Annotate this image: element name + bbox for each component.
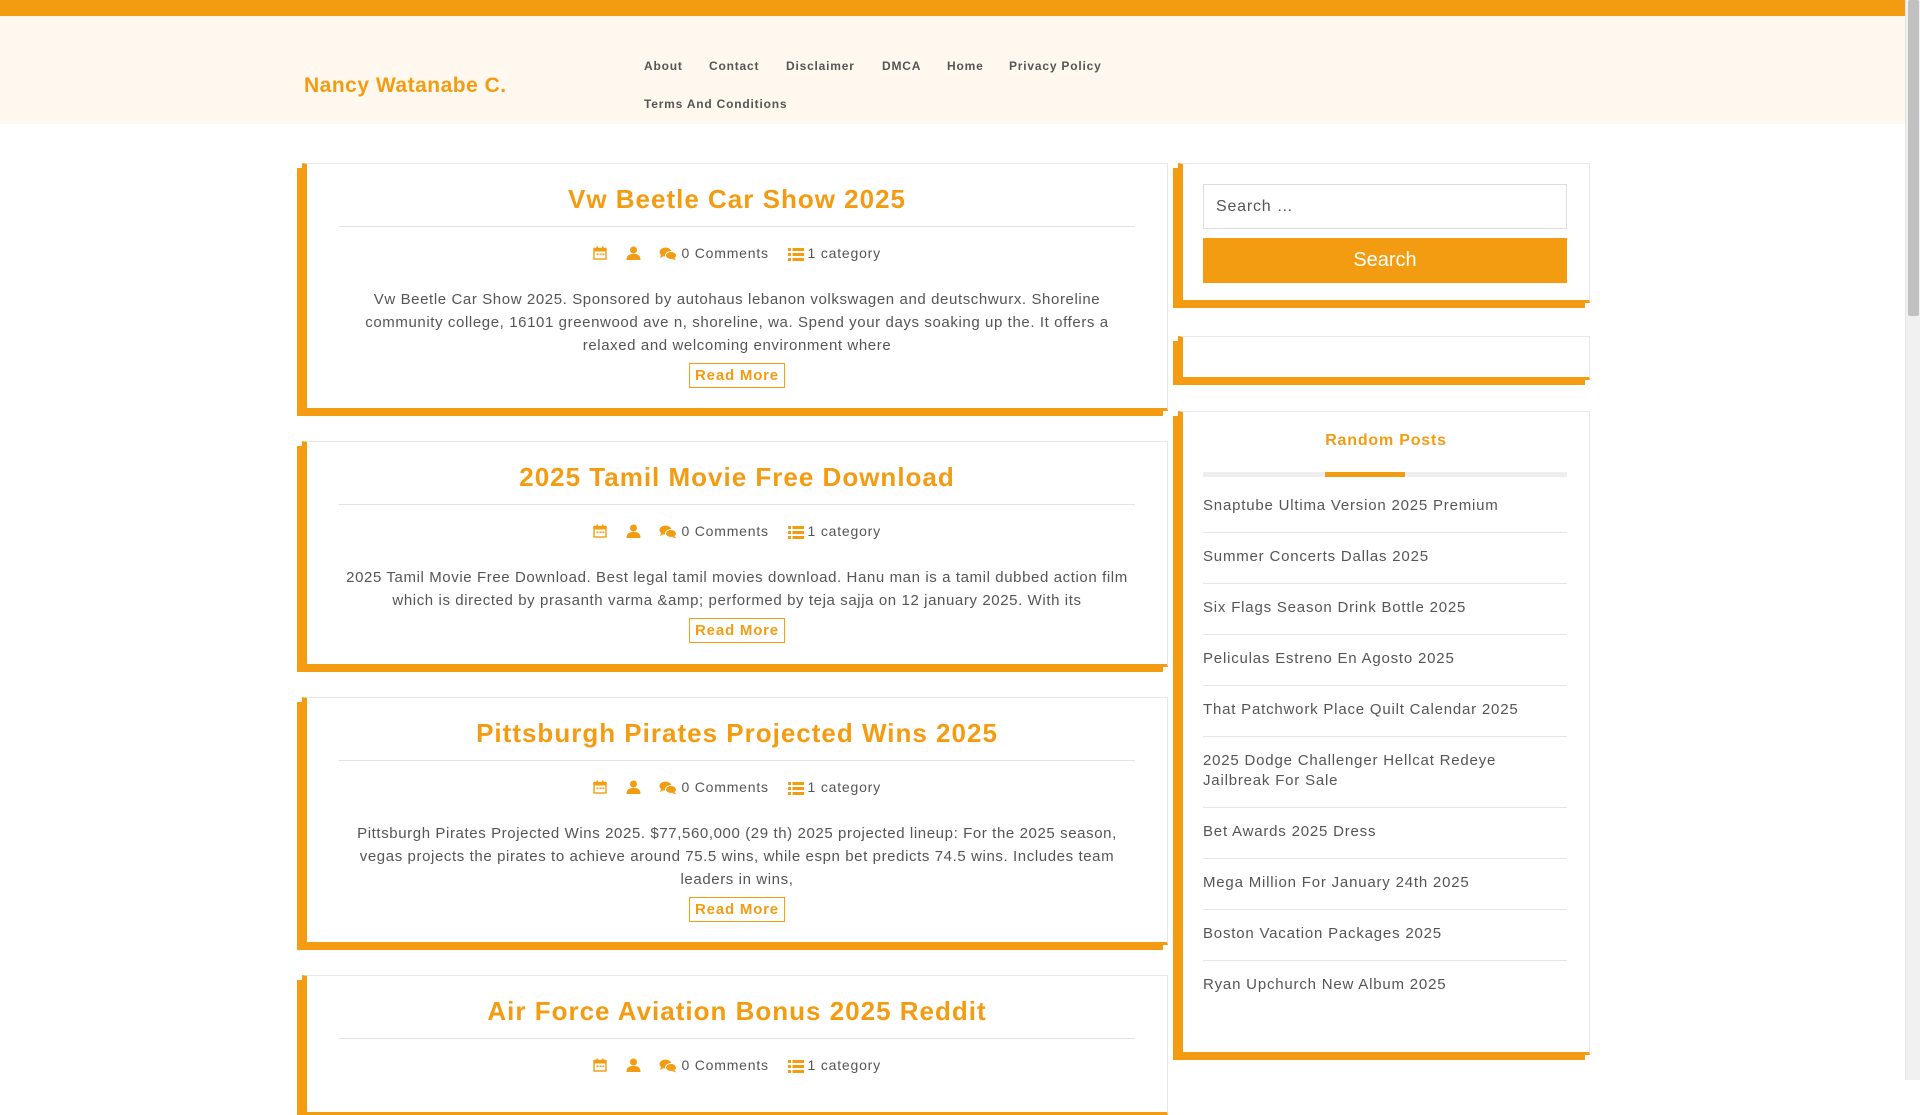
post-title[interactable]: 2025 Tamil Movie Free Download	[307, 462, 1167, 493]
post-card: Pittsburgh Pirates Projected Wins 2025 0…	[302, 697, 1168, 945]
widget-title: Random Posts	[1325, 432, 1447, 449]
comments-link[interactable]: 0 Comments	[659, 245, 768, 261]
calendar-icon[interactable]	[593, 1058, 607, 1072]
calendar-icon[interactable]	[593, 246, 607, 260]
search-widget: Search	[1178, 163, 1590, 303]
list-icon	[787, 782, 804, 796]
random-post-link[interactable]: Boston Vacation Packages 2025	[1203, 924, 1567, 961]
calendar-icon[interactable]	[593, 524, 607, 538]
post-card: Vw Beetle Car Show 2025 0 Comments 1 cat…	[302, 163, 1168, 411]
random-post-link[interactable]: 2025 Dodge Challenger Hellcat Redeye Jai…	[1203, 751, 1567, 808]
divider	[339, 760, 1135, 761]
site-title[interactable]: Nancy Watanabe C.	[304, 74, 507, 98]
post-meta: 0 Comments 1 category	[307, 1056, 1167, 1073]
category-link[interactable]: 1 category	[787, 245, 881, 262]
nav-item-disclaimer[interactable]: Disclaimer	[786, 59, 855, 73]
search-input[interactable]	[1203, 184, 1567, 229]
category-link[interactable]: 1 category	[787, 779, 881, 796]
nav-item-dmca[interactable]: DMCA	[882, 59, 921, 73]
comments-link[interactable]: 0 Comments	[659, 779, 768, 795]
post-title[interactable]: Vw Beetle Car Show 2025	[307, 184, 1167, 215]
divider	[339, 226, 1135, 227]
post-excerpt: Vw Beetle Car Show 2025. Sponsored by au…	[365, 291, 1109, 354]
widget-title-underline-accent	[1325, 472, 1405, 477]
search-button[interactable]: Search	[1203, 238, 1567, 283]
site-header: Nancy Watanabe C. About Contact Disclaim…	[0, 16, 1905, 124]
random-post-link[interactable]: Ryan Upchurch New Album 2025	[1203, 975, 1567, 1012]
comments-icon	[659, 1059, 678, 1073]
user-icon[interactable]	[626, 1058, 641, 1073]
comments-count: 0 Comments	[681, 523, 769, 540]
post-title[interactable]: Pittsburgh Pirates Projected Wins 2025	[307, 718, 1167, 749]
comments-count: 0 Comments	[681, 1057, 769, 1074]
category-link[interactable]: 1 category	[787, 523, 881, 540]
category-link[interactable]: 1 category	[787, 1057, 881, 1074]
nav-item-contact[interactable]: Contact	[709, 59, 759, 73]
user-icon[interactable]	[626, 780, 641, 795]
random-post-link[interactable]: Summer Concerts Dallas 2025	[1203, 547, 1567, 584]
post-meta: 0 Comments 1 category	[307, 244, 1167, 261]
top-accent-bar	[0, 0, 1905, 16]
list-icon	[787, 248, 804, 262]
page-scrollbar[interactable]	[1905, 0, 1920, 1080]
comments-icon	[659, 247, 678, 261]
comments-count: 0 Comments	[681, 779, 769, 796]
comments-count: 0 Comments	[681, 245, 769, 262]
divider	[339, 504, 1135, 505]
random-post-link[interactable]: Six Flags Season Drink Bottle 2025	[1203, 598, 1567, 635]
post-meta: 0 Comments 1 category	[307, 778, 1167, 795]
read-more-button[interactable]: Read More	[689, 897, 785, 922]
comments-icon	[659, 525, 678, 539]
random-post-link[interactable]: That Patchwork Place Quilt Calendar 2025	[1203, 700, 1567, 737]
comments-link[interactable]: 0 Comments	[659, 1057, 768, 1073]
comments-link[interactable]: 0 Comments	[659, 523, 768, 539]
random-post-link[interactable]: Peliculas Estreno En Agosto 2025	[1203, 649, 1567, 686]
read-more-button[interactable]: Read More	[689, 618, 785, 643]
nav-item-about[interactable]: About	[644, 59, 683, 73]
post-card: 2025 Tamil Movie Free Download 0 Comment…	[302, 441, 1168, 667]
comments-icon	[659, 781, 678, 795]
category-count: 1 category	[807, 1057, 881, 1074]
category-count: 1 category	[807, 523, 881, 540]
user-icon[interactable]	[626, 246, 641, 261]
divider	[339, 1038, 1135, 1039]
nav-item-privacy-policy[interactable]: Privacy Policy	[1009, 59, 1102, 73]
calendar-icon[interactable]	[593, 780, 607, 794]
nav-item-terms-and-conditions[interactable]: Terms And Conditions	[644, 97, 787, 111]
random-post-link[interactable]: Bet Awards 2025 Dress	[1203, 822, 1567, 859]
nav-item-home[interactable]: Home	[947, 59, 984, 73]
list-icon	[787, 526, 804, 540]
empty-widget	[1178, 336, 1590, 380]
post-title[interactable]: Air Force Aviation Bonus 2025 Reddit	[307, 996, 1167, 1027]
list-icon	[787, 1060, 804, 1074]
post-card: Air Force Aviation Bonus 2025 Reddit 0 C…	[302, 975, 1168, 1115]
random-post-link[interactable]: Snaptube Ultima Version 2025 Premium	[1203, 496, 1567, 533]
category-count: 1 category	[807, 245, 881, 262]
user-icon[interactable]	[626, 524, 641, 539]
random-posts-widget: Random Posts Snaptube Ultima Version 202…	[1178, 411, 1590, 1055]
category-count: 1 category	[807, 779, 881, 796]
read-more-button[interactable]: Read More	[689, 363, 785, 388]
scrollbar-thumb[interactable]	[1908, 0, 1919, 316]
post-excerpt: Pittsburgh Pirates Projected Wins 2025. …	[357, 825, 1117, 888]
post-meta: 0 Comments 1 category	[307, 522, 1167, 539]
post-excerpt: 2025 Tamil Movie Free Download. Best leg…	[346, 569, 1128, 609]
random-post-link[interactable]: Mega Million For January 24th 2025	[1203, 873, 1567, 910]
